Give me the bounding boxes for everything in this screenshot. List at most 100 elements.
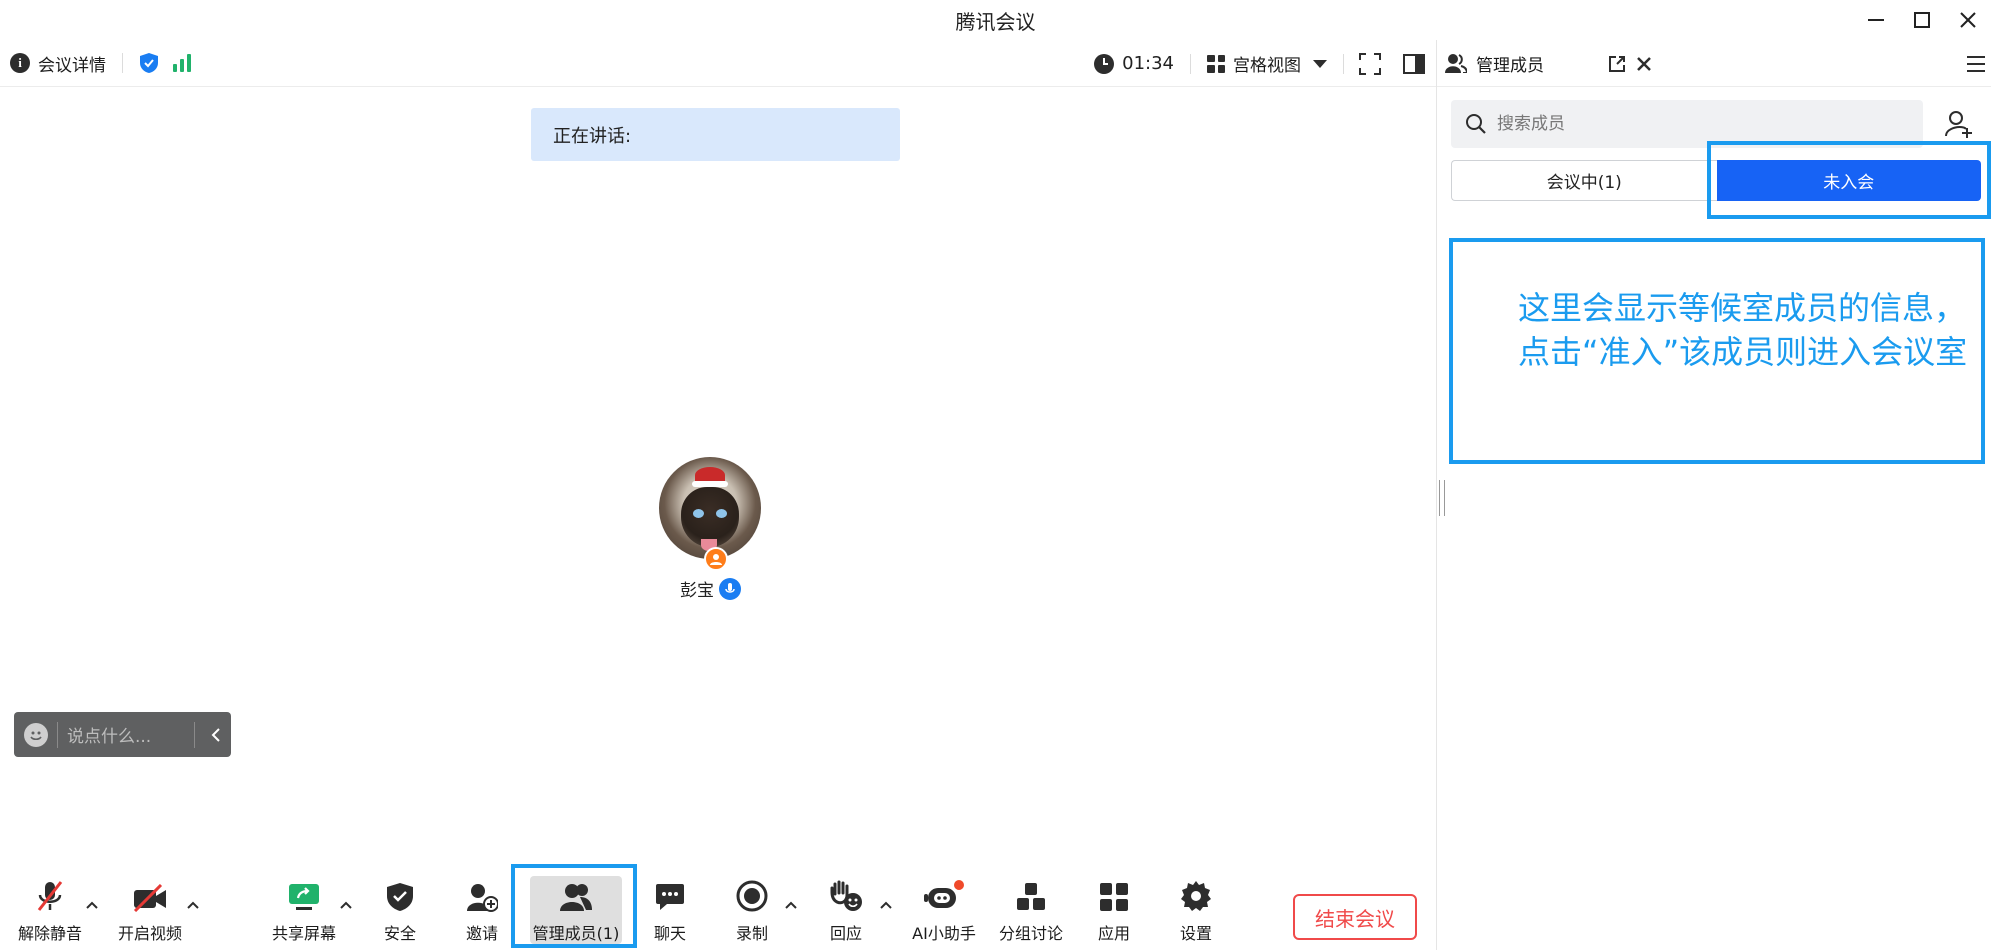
panel-title: 管理成员 (1476, 55, 1544, 76)
divider (194, 721, 195, 748)
panel-header: 管理成员 (1437, 40, 1991, 87)
record-icon (736, 880, 768, 912)
ai-icon (924, 880, 964, 908)
ai-assistant-button[interactable]: AI小助手 (906, 870, 982, 950)
security-icon (387, 883, 413, 911)
sidebar-icon (1403, 53, 1425, 74)
panel-menu-button[interactable] (1961, 40, 1991, 87)
mic-off-icon (37, 881, 63, 911)
title-bar: 腾讯会议 (0, 0, 1991, 40)
info-icon: i (10, 53, 30, 73)
chevron-up-icon[interactable] (339, 898, 353, 912)
close-icon (1960, 12, 1976, 28)
minimize-icon (1868, 19, 1884, 21)
bottom-toolbar: 解除静音 开启视频 共享屏幕 安全 邀请 管理成员(1) 聊天 录制 回应 AI… (0, 870, 1437, 950)
divider (1343, 53, 1344, 74)
menu-icon (1967, 55, 1985, 72)
participant-name: 彭宝 (680, 581, 714, 601)
security-button[interactable]: 安全 (370, 870, 430, 950)
fullscreen-button[interactable] (1348, 40, 1392, 87)
share-screen-label: 共享屏幕 (271, 924, 336, 943)
chevron-up-icon[interactable] (879, 898, 893, 912)
shield-icon[interactable] (139, 52, 159, 74)
close-icon (1637, 56, 1651, 71)
maximize-button[interactable] (1899, 0, 1945, 40)
search-icon (1466, 114, 1486, 134)
divider (122, 53, 123, 73)
minimize-button[interactable] (1853, 0, 1899, 40)
toggle-sidebar-button[interactable] (1392, 40, 1436, 87)
react-icon (830, 880, 862, 911)
popout-panel-button[interactable] (1602, 40, 1632, 87)
breakout-label: 分组讨论 (998, 924, 1063, 943)
add-member-icon (1945, 111, 1972, 138)
speaking-label: 正在讲话: (553, 125, 632, 147)
record-button[interactable]: 录制 (722, 870, 782, 950)
invite-label: 邀请 (465, 924, 498, 943)
meeting-details-button[interactable]: i 会议详情 (10, 51, 106, 76)
participant-name-row: 彭宝 (680, 576, 741, 601)
divider (57, 721, 58, 748)
search-input[interactable] (1497, 114, 1897, 134)
topbar-right: 01:34 宫格视图 (1094, 40, 1436, 87)
fullscreen-icon (1359, 52, 1381, 75)
view-mode-dropdown[interactable]: 宫格视图 (1207, 51, 1327, 76)
breakout-rooms-button[interactable]: 分组讨论 (994, 870, 1068, 950)
close-window-button[interactable] (1945, 0, 1991, 40)
participant-tile[interactable] (659, 457, 761, 559)
unmute-button[interactable]: 解除静音 (12, 870, 88, 950)
chat-label: 聊天 (653, 924, 686, 943)
members-icon (1445, 54, 1467, 73)
apps-label: 应用 (1097, 924, 1130, 943)
share-screen-icon (289, 884, 319, 910)
members-panel: 管理成员 会议中(1) 未入会 (1437, 40, 1991, 950)
annotation-text: 这里会显示等候室成员的信息，点击“准入”该成员则进入会议室 (1518, 289, 1968, 371)
unmute-label: 解除静音 (17, 924, 82, 943)
clock-icon (1094, 53, 1115, 74)
chevron-up-icon[interactable] (85, 898, 99, 912)
meeting-details-label: 会议详情 (38, 55, 106, 76)
quick-chat-bar[interactable]: 说点什么... (14, 712, 231, 757)
avatar (659, 457, 761, 559)
settings-button[interactable]: 设置 (1166, 870, 1226, 950)
not-joined-tab-highlight (1707, 141, 1991, 219)
mic-active-icon (719, 577, 741, 600)
chat-input[interactable]: 说点什么... (67, 722, 185, 747)
maximize-icon (1914, 12, 1930, 28)
window-controls (1853, 0, 1991, 40)
react-label: 回应 (829, 924, 862, 943)
chevron-up-icon[interactable] (784, 898, 798, 912)
window-title: 腾讯会议 (955, 9, 1036, 34)
divider (1190, 53, 1191, 74)
invite-button[interactable]: 邀请 (452, 870, 512, 950)
settings-label: 设置 (1179, 924, 1212, 943)
end-meeting-button[interactable]: 结束会议 (1293, 894, 1417, 940)
close-panel-button[interactable] (1629, 40, 1659, 87)
start-video-label: 开启视频 (117, 924, 182, 943)
user-icon (710, 554, 722, 565)
apps-icon (1100, 883, 1128, 911)
start-video-button[interactable]: 开启视频 (112, 870, 188, 950)
chevron-left-icon (211, 727, 220, 742)
security-label: 安全 (383, 924, 416, 943)
panel-tab-members[interactable]: 管理成员 (1445, 51, 1544, 76)
invite-icon (467, 884, 498, 912)
react-button[interactable]: 回应 (816, 870, 876, 950)
video-off-icon (133, 884, 166, 912)
breakout-icon (1017, 883, 1045, 910)
host-badge (704, 547, 728, 571)
collapse-chat-button[interactable] (204, 723, 228, 747)
chevron-down-icon (1313, 59, 1327, 68)
chevron-up-icon[interactable] (186, 898, 200, 912)
share-screen-button[interactable]: 共享屏幕 (266, 870, 342, 950)
grid-view-icon (1207, 54, 1225, 73)
signal-icon[interactable] (173, 54, 191, 72)
apps-button[interactable]: 应用 (1084, 870, 1144, 950)
popout-icon (1609, 55, 1625, 72)
settings-icon (1181, 881, 1211, 911)
tab-in-meeting[interactable]: 会议中(1) (1451, 160, 1717, 201)
emoji-icon[interactable] (24, 722, 48, 747)
chat-button[interactable]: 聊天 (640, 870, 700, 950)
meeting-topbar: i 会议详情 01:34 宫格视图 (0, 40, 1436, 87)
meeting-timer: 01:34 (1094, 53, 1174, 74)
